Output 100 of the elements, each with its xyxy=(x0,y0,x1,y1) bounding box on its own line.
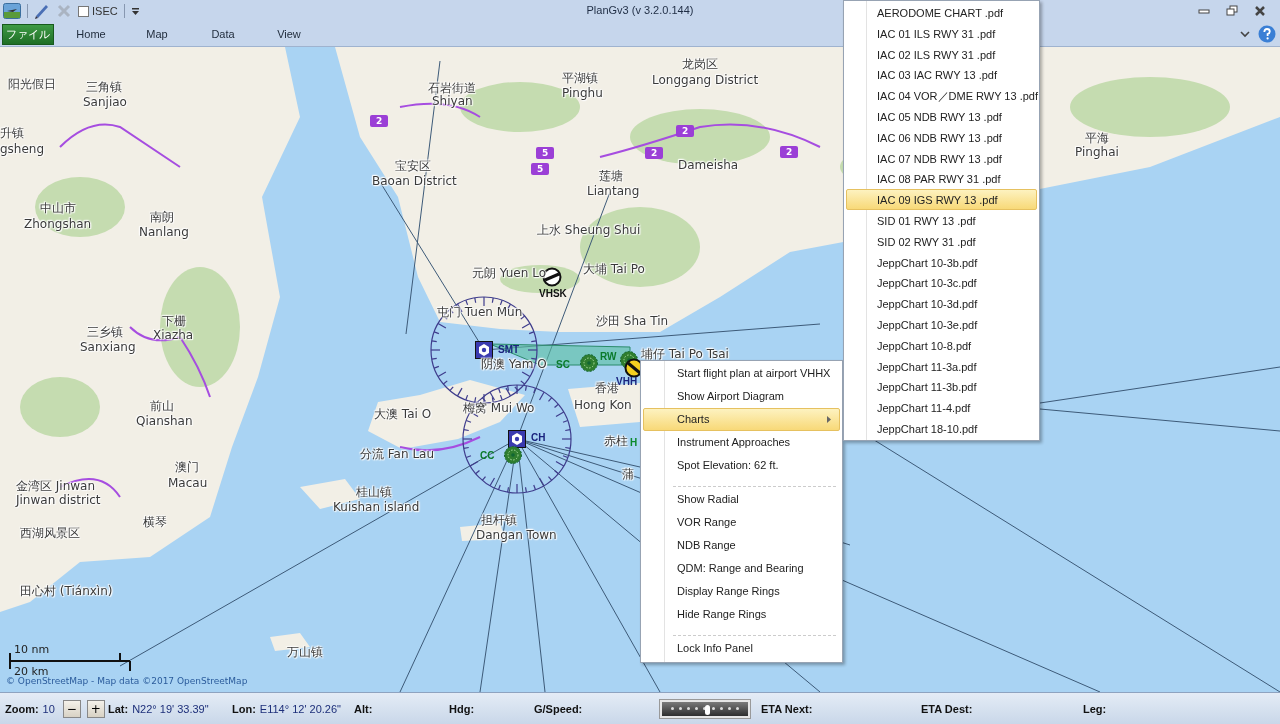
place-label: Liantang xyxy=(587,184,640,198)
place-label: Hong Kon xyxy=(574,398,632,412)
menu-item[interactable]: JeppChart 10-3c.pdf xyxy=(846,272,1037,294)
place-label: 分流 Fan Lau xyxy=(360,447,435,461)
zoom-out-button[interactable]: − xyxy=(62,699,81,718)
app-logo-icon[interactable] xyxy=(3,3,21,19)
place-label: 阴澳 Yam O xyxy=(481,357,547,371)
zoom-in-button[interactable]: + xyxy=(86,699,105,718)
menu-item[interactable]: JeppChart 11-4.pdf xyxy=(846,397,1037,418)
menu-item[interactable]: Instrument Approaches xyxy=(643,431,840,454)
place-label: 龙岗区 xyxy=(682,57,718,71)
menu-item[interactable]: JeppChart 10-3e.pdf xyxy=(846,313,1037,335)
road-number-badge: 2 xyxy=(676,125,695,137)
file-tab[interactable]: ファイル xyxy=(2,23,54,45)
status-label: Leg: xyxy=(1083,702,1107,715)
menu-item[interactable]: IAC 06 NDB RWY 13 .pdf xyxy=(846,126,1037,148)
menu-item[interactable]: IAC 04 VOR／DME RWY 13 .pdf xyxy=(846,85,1037,106)
place-label: 担杆镇 xyxy=(481,513,517,527)
place-label: 平湖镇 xyxy=(562,71,598,85)
zoom-value: 10 xyxy=(42,702,55,715)
menu-item[interactable]: JeppChart 18-10.pdf xyxy=(846,417,1037,439)
place-label: Nanlang xyxy=(139,225,189,239)
place-label: Dameisha xyxy=(678,158,739,172)
menu-item[interactable]: AERODOME CHART .pdf xyxy=(846,2,1037,23)
close-icon[interactable] xyxy=(1254,5,1266,17)
menu-item[interactable]: JeppChart 10-3d.pdf xyxy=(846,293,1037,314)
map-attribution[interactable]: © OpenStreetMap - Map data ©2017 OpenStreetMap xyxy=(6,676,248,686)
status-label: Alt: xyxy=(354,702,373,715)
menu-item[interactable]: Start flight plan at airport VHHX xyxy=(643,362,840,385)
menu-item[interactable]: IAC 01 ILS RWY 31 .pdf xyxy=(846,22,1037,44)
pencil-icon[interactable] xyxy=(34,2,50,20)
vor-station-icon[interactable] xyxy=(508,430,526,448)
navaid-label: CC xyxy=(480,450,495,462)
place-label: 上水 Sheung Shui xyxy=(537,223,641,237)
place-label: 三乡镇 xyxy=(87,325,123,339)
restore-icon[interactable] xyxy=(1226,5,1238,17)
place-label: 莲塘 xyxy=(599,169,623,183)
menu-item[interactable]: Spot Elevation: 62 ft. xyxy=(643,454,840,477)
help-icon[interactable] xyxy=(1258,25,1276,43)
place-label: Pinghai xyxy=(1075,145,1119,159)
place-label: 宝安区 xyxy=(395,159,431,173)
menu-item[interactable]: IAC 08 PAR RWY 31 .pdf xyxy=(846,168,1037,190)
dropdown-icon[interactable] xyxy=(130,6,140,16)
menu-item[interactable]: Lock Info Panel xyxy=(643,637,840,660)
place-label: Qianshan xyxy=(136,414,193,428)
menu-item[interactable]: JeppChart 11-3b.pdf xyxy=(846,376,1037,398)
menu-item[interactable]: Display Range Rings xyxy=(643,580,840,603)
place-label: 万山镇 xyxy=(287,645,323,659)
status-label: Lon: xyxy=(232,702,256,715)
place-label: 埔仔 Tai Po Tsai xyxy=(641,347,729,361)
menu-item[interactable]: IAC 02 ILS RWY 31 .pdf xyxy=(846,43,1037,65)
place-label: Baoan District xyxy=(372,174,457,188)
place-label: Pinghu xyxy=(562,86,603,100)
vor-station-icon[interactable] xyxy=(475,341,493,359)
navaid-label: SC xyxy=(556,359,570,371)
road-number-badge: 2 xyxy=(645,147,664,159)
place-label: Sanjiao xyxy=(83,95,127,109)
menu-item[interactable]: Charts xyxy=(643,408,840,431)
place-label: 前山 xyxy=(150,399,174,413)
status-value: E114° 12' 20.26" xyxy=(259,702,341,715)
place-label: Longgang District xyxy=(652,73,759,87)
status-value: N22° 19' 33.39" xyxy=(132,702,209,715)
land-area xyxy=(568,383,640,427)
checkbox[interactable] xyxy=(78,5,89,17)
menu-item[interactable]: SID 02 RWY 31 .pdf xyxy=(846,230,1037,252)
place-label: 平海 xyxy=(1085,131,1109,145)
place-label: gsheng xyxy=(0,142,45,156)
slider-thumb[interactable] xyxy=(705,704,710,715)
chevron-down-icon[interactable] xyxy=(1240,30,1250,38)
menu-item[interactable]: Hide Range Rings xyxy=(643,603,840,626)
ribbon-tab[interactable]: Map xyxy=(124,28,190,40)
menu-item[interactable]: SID 01 RWY 13 .pdf xyxy=(846,209,1037,231)
ribbon-tab[interactable]: Home xyxy=(58,28,124,40)
menu-item[interactable]: Show Airport Diagram xyxy=(643,385,840,408)
menu-item[interactable]: IAC 05 NDB RWY 13 .pdf xyxy=(846,106,1037,127)
road-number-badge: 2 xyxy=(370,115,389,127)
menu-item[interactable]: Show Radial xyxy=(643,488,840,511)
menu-item[interactable]: QDM: Range and Bearing xyxy=(643,557,840,580)
place-label: 石岩街道 xyxy=(428,81,476,95)
menu-item[interactable]: IAC 09 IGS RWY 13 .pdf xyxy=(846,189,1037,210)
ribbon-tab[interactable]: View xyxy=(256,28,322,40)
menu-item[interactable]: JeppChart 10-8.pdf xyxy=(846,334,1037,356)
menu-item[interactable]: NDB Range xyxy=(643,534,840,557)
menu-item[interactable]: VOR Range xyxy=(643,511,840,534)
menu-item[interactable]: IAC 03 IAC RWY 13 .pdf xyxy=(846,64,1037,86)
status-label: ETA Dest: xyxy=(921,702,973,715)
ndb-station-icon[interactable] xyxy=(504,446,522,464)
place-label: 金湾区 Jinwan xyxy=(16,479,96,493)
menu-item[interactable]: JeppChart 11-3a.pdf xyxy=(846,355,1037,377)
navaid-label: RW xyxy=(600,351,617,363)
speed-slider[interactable] xyxy=(660,699,750,718)
place-label: 桂山镇 xyxy=(356,485,392,499)
road-number-badge: 5 xyxy=(531,163,550,175)
menu-item[interactable]: IAC 07 NDB RWY 13 .pdf xyxy=(846,147,1037,169)
road-number-badge: 5 xyxy=(536,147,555,159)
place-label: Shiyan xyxy=(432,94,473,108)
status-label: Lat: xyxy=(108,702,129,715)
menu-item[interactable]: JeppChart 10-3b.pdf xyxy=(846,251,1037,273)
place-label: 屯门 Tuen Mun xyxy=(437,305,523,319)
ribbon-tab[interactable]: Data xyxy=(190,28,256,40)
